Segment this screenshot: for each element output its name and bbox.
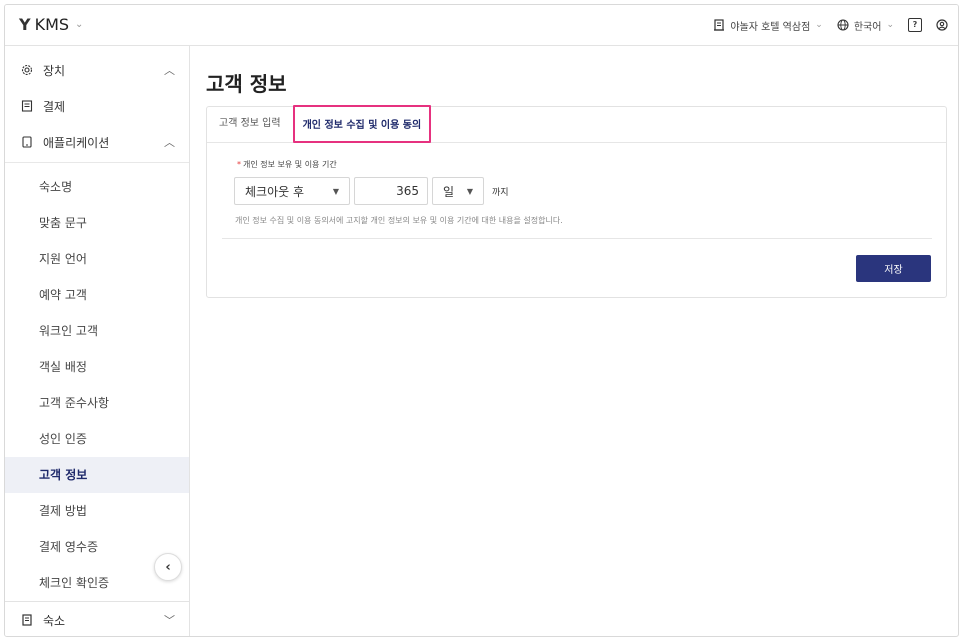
chevron-up-icon: ︿ — [164, 136, 175, 149]
divider — [222, 238, 932, 239]
building-icon — [714, 19, 725, 31]
settings-card: 고객 정보 입력 개인 정보 수집 및 이용 동의 * 개인 정보 보유 및 이용… — [206, 105, 947, 298]
property-selector[interactable]: 야놀자 호텔 역삼점 ⌄ — [713, 18, 823, 33]
sidebar-subitem[interactable]: 숙소명 — [5, 169, 189, 205]
unit-select[interactable]: 일 ▼ — [432, 177, 484, 205]
sidebar-subitem[interactable]: 객실 배정 — [5, 349, 189, 385]
account-button[interactable] — [936, 19, 948, 31]
sidebar-item-application[interactable]: 애플리케이션 ︿ — [5, 124, 189, 160]
sidebar-subitem[interactable]: 결제 방법 — [5, 493, 189, 529]
required-marker: * — [237, 160, 241, 169]
top-right-controls: 야놀자 호텔 역삼점 ⌄ 한국어 ⌄ ? — [713, 5, 948, 45]
tab-privacy-consent[interactable]: 개인 정보 수집 및 이용 동의 — [292, 105, 432, 143]
sidebar-item-property[interactable]: 숙소 ﹀ — [5, 602, 189, 636]
app-name: KMS — [34, 15, 70, 34]
collapse-sidebar-button[interactable]: ‹ — [154, 553, 182, 581]
sidebar: 장치 ︿ 결제 애플리케이션 ︿ 숙소명 맞춤 문구 지원 언어 예약 고객 워… — [5, 46, 190, 636]
chevron-down-icon: ﹀ — [164, 614, 175, 627]
receipt-icon — [19, 100, 35, 112]
period-input[interactable] — [354, 177, 428, 205]
app-window: Y KMS ⌄ 야놀자 호텔 역삼점 ⌄ 한국어 ⌄ ? 장치 ︿ 결제 애플리… — [4, 4, 959, 637]
period-suffix: 까지 — [492, 187, 509, 198]
language-selector[interactable]: 한국어 ⌄ — [837, 18, 894, 33]
chevron-down-icon: ⌄ — [75, 19, 84, 30]
sidebar-bottom: 숙소 ﹀ — [5, 601, 189, 636]
chevron-down-icon: ⌄ — [886, 20, 894, 30]
sidebar-item-label: 장치 — [43, 63, 66, 78]
basis-select-value: 체크아웃 후 — [245, 184, 305, 199]
sidebar-item-payment[interactable]: 결제 — [5, 88, 189, 124]
logo-icon: Y — [19, 15, 31, 34]
top-bar: Y KMS ⌄ 야놀자 호텔 역삼점 ⌄ 한국어 ⌄ ? — [5, 5, 958, 46]
sidebar-subitem[interactable]: 워크인 고객 — [5, 313, 189, 349]
tab-customer-input[interactable]: 고객 정보 입력 — [217, 114, 283, 142]
unit-select-value: 일 — [443, 184, 455, 199]
helper-text: 개인 정보 수집 및 이용 동의서에 고지할 개인 정보의 보유 및 이용 기간… — [235, 216, 563, 225]
app-switcher[interactable]: Y KMS ⌄ — [19, 15, 83, 34]
save-button[interactable]: 저장 — [856, 255, 931, 282]
sidebar-subitem[interactable]: 예약 고객 — [5, 277, 189, 313]
help-button[interactable]: ? — [908, 18, 922, 32]
help-icon: ? — [908, 18, 922, 32]
chevron-up-icon: ︿ — [164, 64, 175, 77]
main-content: 고객 정보 고객 정보 입력 개인 정보 수집 및 이용 동의 * 개인 정보 보… — [190, 46, 958, 636]
divider — [5, 162, 189, 163]
retention-row: 체크아웃 후 ▼ 일 ▼ 까지 — [234, 177, 509, 205]
sidebar-item-label: 결제 — [43, 99, 66, 114]
caret-down-icon: ▼ — [332, 186, 339, 196]
sidebar-subitem[interactable]: 성인 인증 — [5, 421, 189, 457]
globe-icon — [837, 19, 849, 31]
sidebar-item-label: 애플리케이션 — [43, 135, 110, 150]
chevron-left-icon: ‹ — [165, 559, 171, 575]
language-label: 한국어 — [853, 21, 882, 33]
sidebar-subitem[interactable]: 지원 언어 — [5, 241, 189, 277]
building-icon — [19, 614, 35, 626]
tablet-icon — [19, 136, 35, 148]
property-name: 야놀자 호텔 역삼점 — [730, 21, 811, 33]
caret-down-icon: ▼ — [466, 186, 473, 196]
account-icon — [936, 19, 948, 31]
tab-bar: 고객 정보 입력 개인 정보 수집 및 이용 동의 — [207, 105, 946, 143]
page-title: 고객 정보 — [206, 72, 287, 96]
chevron-down-icon: ⌄ — [815, 20, 823, 30]
sidebar-subitem-active[interactable]: 고객 정보 — [5, 457, 189, 493]
sidebar-subitem[interactable]: 고객 준수사항 — [5, 385, 189, 421]
sidebar-item-device[interactable]: 장치 ︿ — [5, 52, 189, 88]
retention-field-label: * 개인 정보 보유 및 이용 기간 — [237, 159, 337, 170]
gear-icon — [19, 64, 35, 76]
sidebar-item-label: 숙소 — [43, 613, 66, 628]
field-label-text: 개인 정보 보유 및 이용 기간 — [243, 160, 337, 169]
basis-select[interactable]: 체크아웃 후 ▼ — [234, 177, 350, 205]
sidebar-subitem[interactable]: 맞춤 문구 — [5, 205, 189, 241]
